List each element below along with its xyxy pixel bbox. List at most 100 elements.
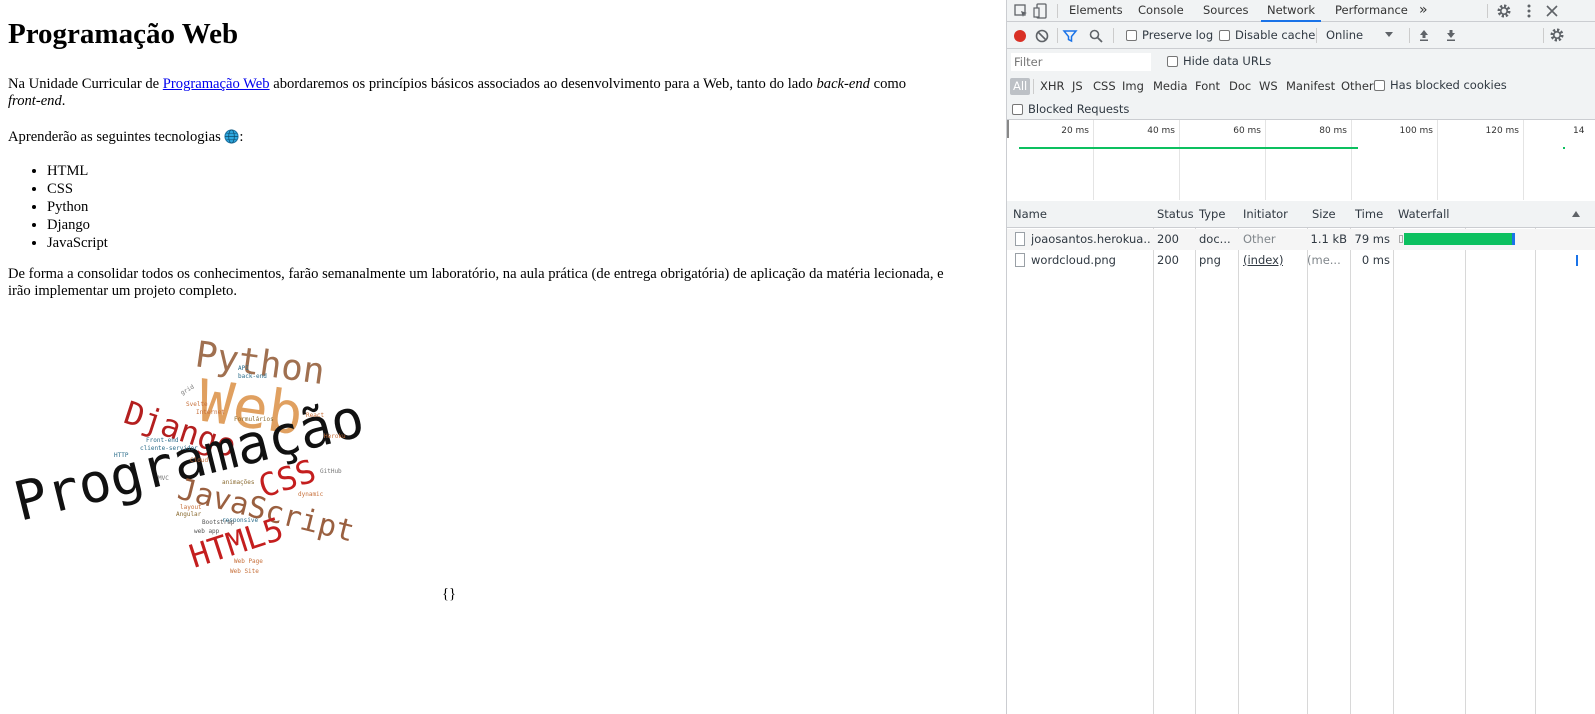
column-header-type[interactable]: Type xyxy=(1199,201,1225,228)
intro-paragraph: Na Unidade Curricular de Programação Web… xyxy=(8,76,907,109)
column-header-waterfall[interactable]: Waterfall xyxy=(1398,201,1449,228)
inspect-element-icon[interactable] xyxy=(1013,3,1029,19)
export-har-icon[interactable] xyxy=(1444,28,1458,42)
list-item: JavaScript xyxy=(47,234,108,252)
type-filter-img[interactable]: Img xyxy=(1122,78,1144,95)
type-filter-js[interactable]: JS xyxy=(1072,78,1083,95)
tech-intro-paragraph: Aprenderão as seguintes tecnologias : xyxy=(8,129,244,145)
wordcloud-word: Svelte xyxy=(186,401,208,408)
column-header-name[interactable]: Name xyxy=(1013,201,1047,228)
document-file-icon xyxy=(1015,232,1025,246)
network-overview-timeline[interactable]: 20 ms 40 ms 60 ms 80 ms 100 ms 120 ms 14 xyxy=(1007,120,1595,202)
type-filter-xhr[interactable]: XHR xyxy=(1040,78,1065,95)
wordcloud-word: dynamic xyxy=(298,491,324,498)
overview-left-handle[interactable] xyxy=(1007,120,1009,138)
hide-data-urls-checkbox[interactable] xyxy=(1167,56,1178,67)
wordcloud-word: Web Site xyxy=(230,568,259,575)
request-size: 1.1 kB xyxy=(1310,232,1348,246)
separator xyxy=(1057,28,1058,43)
timeline-tick: 60 ms xyxy=(1233,126,1261,136)
closing-paragraph: De forma a consolidar todos os conhecime… xyxy=(8,266,944,299)
request-size: (me... xyxy=(1307,253,1341,267)
wordcloud-word: React xyxy=(306,412,324,419)
column-header-status[interactable]: Status xyxy=(1157,201,1194,228)
table-header: Name Status Type Initiator Size Time Wat… xyxy=(1007,201,1595,228)
waterfall-marker xyxy=(1576,255,1578,266)
column-header-time[interactable]: Time xyxy=(1355,201,1383,228)
type-filter-doc[interactable]: Doc xyxy=(1229,78,1251,95)
network-toolbar: Preserve log Disable cache Online xyxy=(1007,22,1595,49)
wordcloud-word: Heroku xyxy=(324,433,346,440)
disable-cache-checkbox[interactable] xyxy=(1219,30,1230,41)
wordcloud-word: MVC xyxy=(158,475,169,482)
separator xyxy=(1409,28,1410,43)
sort-ascending-icon[interactable] xyxy=(1572,211,1580,217)
disable-cache-label: Disable cache xyxy=(1235,28,1316,42)
overview-request-bar xyxy=(1019,147,1358,149)
type-filter-other[interactable]: Other xyxy=(1341,78,1374,95)
table-row[interactable]: wordcloud.png 200 png (index) (me... 0 m… xyxy=(1007,250,1595,271)
timeline-tick: 40 ms xyxy=(1147,126,1175,136)
separator xyxy=(1113,28,1114,43)
wordcloud-word: API xyxy=(238,365,249,372)
globe-icon xyxy=(224,129,239,144)
tab-elements[interactable]: Elements xyxy=(1069,0,1123,21)
blocked-requests-label: Blocked Requests xyxy=(1028,102,1130,116)
search-icon[interactable] xyxy=(1088,28,1104,44)
request-type: png xyxy=(1199,253,1221,267)
filter-input[interactable] xyxy=(1011,53,1151,71)
type-filter-all[interactable]: All xyxy=(1010,78,1031,95)
request-time: 79 ms xyxy=(1354,232,1390,246)
wordcloud-word: animações xyxy=(222,479,255,486)
throttling-select[interactable]: Online xyxy=(1326,28,1363,42)
preserve-log-checkbox[interactable] xyxy=(1126,30,1137,41)
tab-performance[interactable]: Performance xyxy=(1335,0,1408,21)
blocked-requests-checkbox[interactable] xyxy=(1012,104,1023,115)
request-initiator-link[interactable]: (index) xyxy=(1243,250,1283,271)
clear-icon[interactable] xyxy=(1034,28,1050,44)
settings-gear-icon[interactable] xyxy=(1496,3,1512,19)
list-item: CSS xyxy=(47,180,108,198)
preserve-log-label: Preserve log xyxy=(1142,28,1214,42)
more-options-icon[interactable] xyxy=(1521,3,1537,19)
separator xyxy=(1033,79,1034,94)
type-filter-manifest[interactable]: Manifest xyxy=(1286,78,1335,95)
waterfall-queue-segment xyxy=(1399,235,1403,243)
type-filter-font[interactable]: Font xyxy=(1195,78,1220,95)
close-icon[interactable] xyxy=(1544,3,1560,19)
tab-sources[interactable]: Sources xyxy=(1203,0,1249,21)
more-tabs-icon[interactable]: » xyxy=(1419,0,1428,21)
network-settings-icon[interactable] xyxy=(1549,27,1565,43)
filter-icon[interactable] xyxy=(1062,28,1078,44)
braces-text: {} xyxy=(442,586,457,602)
column-header-initiator[interactable]: Initiator xyxy=(1243,201,1288,228)
wordcloud-word: Bootstrap xyxy=(202,519,235,526)
wordcloud-word: Web Page xyxy=(234,558,263,565)
tab-network[interactable]: Network xyxy=(1261,0,1322,22)
wordcloud-word: Cloud xyxy=(190,457,208,464)
has-blocked-cookies-checkbox[interactable] xyxy=(1374,80,1385,91)
timeline-tick: 120 ms xyxy=(1485,126,1520,136)
wordcloud-word: grid xyxy=(180,383,196,396)
type-filter-ws[interactable]: WS xyxy=(1259,78,1278,95)
request-name: joaosantos.herokua... xyxy=(1031,232,1151,246)
hide-data-urls-label: Hide data URLs xyxy=(1183,54,1272,68)
waterfall-bar xyxy=(1404,233,1514,245)
import-har-icon[interactable] xyxy=(1417,28,1431,42)
type-filter-css[interactable]: CSS xyxy=(1093,78,1116,95)
timeline-tick: 14 xyxy=(1573,126,1585,136)
list-item: HTML xyxy=(47,162,108,180)
device-toolbar-icon[interactable] xyxy=(1033,3,1049,19)
wordcloud-word: Internet xyxy=(196,409,225,416)
table-row[interactable]: joaosantos.herokua... 200 doc... Other 1… xyxy=(1007,229,1595,250)
course-link[interactable]: Programação Web xyxy=(163,76,270,92)
tab-console[interactable]: Console xyxy=(1138,0,1184,21)
dropdown-arrow-icon[interactable] xyxy=(1385,32,1393,38)
list-item: Django xyxy=(47,216,108,234)
wordcloud-word: GitHub xyxy=(320,468,342,475)
timeline-tick: 80 ms xyxy=(1319,126,1347,136)
devtools-panel: Elements Console Sources Network Perform… xyxy=(1007,0,1595,714)
type-filter-media[interactable]: Media xyxy=(1153,78,1188,95)
column-header-size[interactable]: Size xyxy=(1312,201,1336,228)
record-icon[interactable] xyxy=(1012,28,1028,44)
